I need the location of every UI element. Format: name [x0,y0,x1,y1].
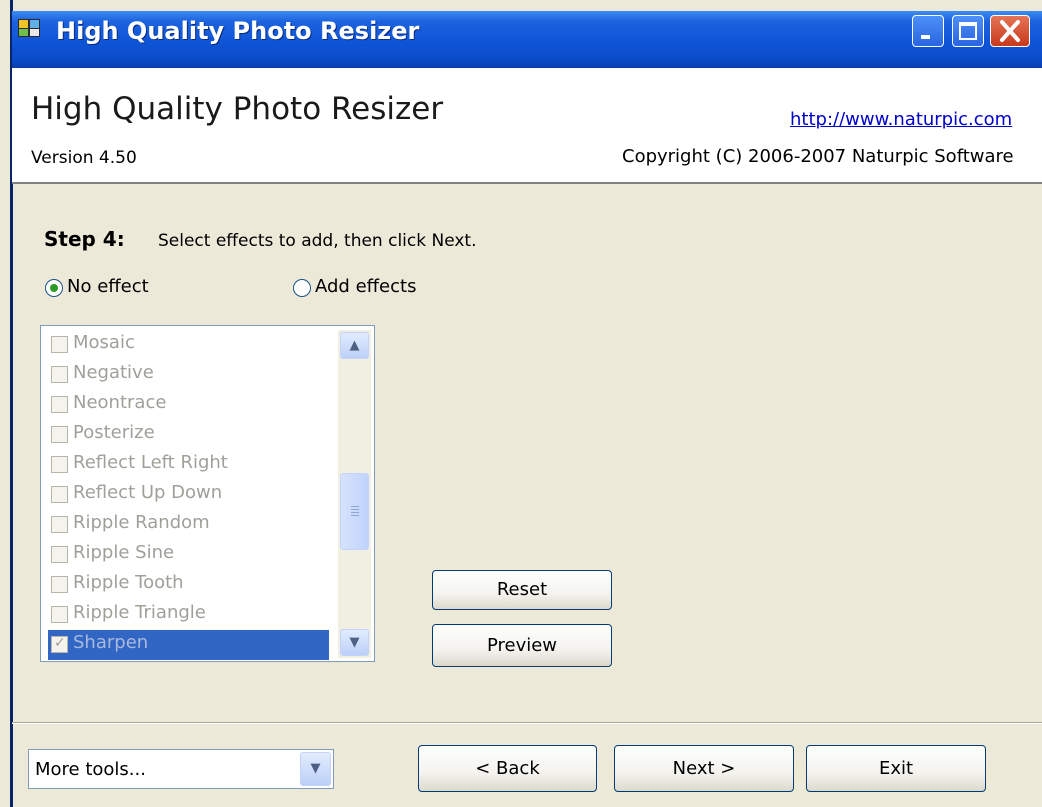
app-title: High Quality Photo Resizer [31,91,444,127]
chevron-down-icon: ▼ [349,635,360,650]
effect-label: Reflect Up Down [73,482,223,503]
scroll-up-button[interactable]: ▲ [340,332,369,359]
header-divider [12,182,1042,184]
effect-checkbox[interactable] [51,576,68,593]
effect-checkbox[interactable] [51,426,68,443]
effect-label: Neontrace [73,392,167,413]
effect-checkbox[interactable] [51,486,68,503]
close-icon [1000,20,1020,42]
effect-label: Ripple Random [73,512,210,533]
chevron-up-icon: ▲ [349,338,360,353]
next-button[interactable]: Next > [614,745,794,792]
list-item[interactable]: Mosaic [51,330,321,360]
effect-checkbox[interactable] [51,516,68,533]
effect-label: Negative [73,362,154,383]
effect-label: Reflect Left Right [73,452,228,473]
add-effects-radio[interactable] [293,279,311,297]
close-button[interactable] [990,15,1030,47]
add-effects-label[interactable]: Add effects [315,276,416,297]
minimize-icon [921,35,930,39]
no-effect-radio[interactable] [45,279,63,297]
effect-checkbox[interactable] [51,396,68,413]
version-label: Version 4.50 [31,148,137,168]
chevron-down-icon: ▼ [310,761,321,776]
dropdown-arrow-button[interactable]: ▼ [300,752,331,786]
list-item[interactable]: Reflect Left Right [51,450,321,480]
reset-button[interactable]: Reset [432,570,612,610]
list-item[interactable]: Reflect Up Down [51,480,321,510]
effect-checkbox[interactable] [51,366,68,383]
maximize-button[interactable] [952,15,984,47]
effect-label: Sharpen [73,632,149,653]
maximize-icon [959,22,977,40]
list-item[interactable]: Neontrace [51,390,321,420]
list-item[interactable]: Negative [51,360,321,390]
scroll-down-button[interactable]: ▼ [340,629,369,656]
effect-label: Ripple Triangle [73,602,206,623]
effect-checkbox[interactable] [51,606,68,623]
checkmark-icon: ✓ [54,635,66,651]
effect-checkbox-checked[interactable]: ✓ [51,635,68,653]
effects-list[interactable]: Mosaic Negative Neontrace Posterize Refl… [40,325,375,662]
step-instruction: Select effects to add, then click Next. [158,231,477,251]
effect-label: Ripple Tooth [73,572,184,593]
back-button[interactable]: < Back [418,745,597,792]
minimize-button[interactable] [912,15,944,47]
list-item[interactable]: Ripple Sine [51,540,321,570]
list-item[interactable]: Posterize [51,420,321,450]
step-label: Step 4: [44,227,125,251]
list-item-selected[interactable]: ✓ Sharpen [48,630,329,660]
list-item[interactable]: Ripple Random [51,510,321,540]
app-icon [18,19,40,37]
effects-scrollbar[interactable]: ▲ ▼ [338,330,371,658]
scroll-thumb[interactable] [340,473,369,550]
preview-button[interactable]: Preview [432,624,612,667]
website-link[interactable]: http://www.naturpic.com [790,109,1012,130]
copyright-label: Copyright (C) 2006-2007 Naturpic Softwar… [622,146,1014,167]
effect-label: Posterize [73,422,155,443]
effect-checkbox[interactable] [51,456,68,473]
effect-label: Ripple Sine [73,542,175,563]
grip-icon [351,506,359,516]
more-tools-value: More tools... [35,759,146,780]
list-item[interactable]: Ripple Triangle [51,600,321,630]
footer-divider-highlight [12,723,1042,724]
effect-checkbox[interactable] [51,336,68,353]
no-effect-label[interactable]: No effect [67,276,149,297]
list-item[interactable]: Ripple Tooth [51,570,321,600]
more-tools-dropdown[interactable]: More tools... ▼ [28,749,334,789]
exit-button[interactable]: Exit [806,745,986,792]
effect-checkbox[interactable] [51,546,68,563]
effect-label: Mosaic [73,332,135,353]
window-title: High Quality Photo Resizer [56,17,420,45]
